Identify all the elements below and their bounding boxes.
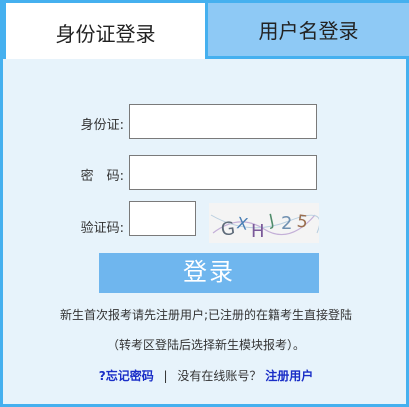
password-input[interactable] [129,155,317,190]
login-panel: 身份证登录 用户名登录 身份证: 密 码: 验证码: G X H J 2 5 登… [0,0,409,407]
link-separator: | [163,369,168,383]
svg-text:H: H [251,221,265,242]
svg-text:2: 2 [281,213,292,234]
captcha-image[interactable]: G X H J 2 5 [209,203,319,243]
captcha-input[interactable] [129,201,196,236]
svg-text:G: G [220,218,237,241]
notice-line-1: 新生首次报考请先注册用户;已注册的在籍考生直接登陆 [59,308,353,322]
forgot-password-link[interactable]: ?忘记密码 [99,369,154,383]
register-link[interactable]: 注册用户 [265,369,313,383]
password-label: 密 码: [80,169,124,184]
tab-username-login[interactable]: 用户名登录 [205,0,409,59]
tab-id-card-login[interactable]: 身份证登录 [3,0,205,59]
id-card-input[interactable] [129,104,317,139]
login-tabs: 身份证登录 用户名登录 [3,0,409,59]
no-account-text: 没有在线账号？ [177,369,262,383]
footer-links: ?忘记密码 | 没有在线账号？ 注册用户 [3,367,409,384]
login-button[interactable]: 登录 [99,253,319,293]
notice-line-2: （转考区登陆后选择新生模块报考）。 [106,338,305,352]
id-card-label: 身份证: [80,118,124,133]
captcha-label: 验证码: [80,221,124,236]
